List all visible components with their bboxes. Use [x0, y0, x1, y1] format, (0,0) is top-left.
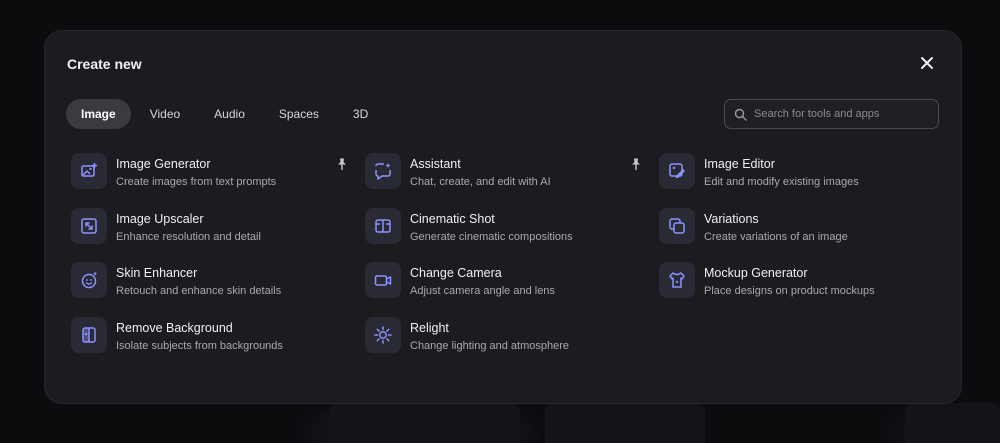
tool-icon-tile	[365, 316, 401, 353]
image-edit-icon	[669, 163, 685, 178]
tab-image[interactable]: Image	[66, 99, 131, 129]
tool-description: Place designs on product mockups	[704, 285, 875, 297]
tool-image-editor[interactable]: Image Editor Edit and modify existing ima…	[659, 153, 941, 208]
tool-name: Variations	[704, 211, 759, 226]
create-new-modal: Create new ImageVideoAudioSpaces3D Image…	[44, 30, 962, 404]
pin-icon	[632, 158, 640, 171]
tool-icon-tile	[659, 153, 695, 189]
tool-mockup-generator[interactable]: Mockup Generator Place designs on product…	[659, 262, 941, 317]
background-card	[545, 403, 705, 443]
tool-description: Edit and modify existing images	[704, 176, 859, 188]
camera-icon	[374, 275, 392, 286]
close-icon	[921, 57, 933, 69]
tool-icon-tile	[659, 207, 695, 244]
tool-icon-tile	[365, 153, 401, 189]
category-tabs: Image Video Audio Spaces 3D	[66, 99, 387, 129]
pin-button[interactable]	[629, 157, 643, 171]
modal-title: Create new	[67, 56, 142, 72]
tool-icon-tile	[365, 262, 401, 298]
search-icon	[734, 108, 747, 121]
tool-description: Chat, create, and edit with AI	[410, 176, 551, 188]
tool-description: Retouch and enhance skin details	[116, 285, 282, 297]
tool-skin-enhancer[interactable]: Skin Enhancer Retouch and enhance skin de…	[71, 262, 365, 317]
tool-name: Change Camera	[410, 266, 502, 280]
tool-image-generator[interactable]: Image Generator Create images from text p…	[71, 153, 365, 208]
tab-audio[interactable]: Audio	[199, 99, 260, 129]
tool-remove-background[interactable]: Remove Background Isolate subjects from b…	[71, 316, 365, 372]
tool-icon-tile	[71, 153, 107, 189]
tools-grid: Image Generator Create images from text p…	[71, 153, 941, 371]
tool-icon-tile	[365, 207, 401, 244]
tool-text: Cinematic Shot Generate cinematic composi…	[410, 208, 573, 244]
tool-description: Adjust camera angle and lens	[410, 285, 555, 297]
tool-name: Mockup Generator	[704, 266, 808, 280]
face-sparkle-icon	[81, 271, 98, 289]
pin-button[interactable]	[335, 157, 349, 171]
tool-name: Assistant	[410, 157, 461, 171]
tool-description: Create images from text prompts	[116, 176, 277, 188]
cutout-icon	[82, 326, 96, 343]
film-icon	[375, 218, 391, 233]
chat-sparkle-icon	[375, 163, 391, 180]
tool-text: Assistant Chat, create, and edit with AI	[410, 153, 551, 189]
tool-text: Mockup Generator Place designs on product…	[704, 262, 875, 298]
tool-name: Image Generator	[116, 157, 211, 171]
tool-text: Change Camera Adjust camera angle and len…	[410, 262, 555, 298]
tool-name: Image Editor	[704, 157, 775, 171]
tool-text: Image Editor Edit and modify existing ima…	[704, 153, 859, 189]
tool-description: Isolate subjects from backgrounds	[116, 339, 283, 352]
tool-icon-tile	[71, 207, 107, 244]
tool-description: Create variations of an image	[704, 230, 848, 243]
tool-text: Image Generator Create images from text p…	[116, 153, 276, 189]
sun-icon	[374, 325, 392, 344]
pin-icon	[338, 158, 346, 171]
tool-relight[interactable]: Relight Change lighting and atmosphere	[365, 316, 659, 372]
tool-description: Enhance resolution and detail	[116, 230, 261, 243]
close-button[interactable]	[919, 55, 935, 71]
image-plus-icon	[81, 162, 98, 177]
background-card	[330, 403, 520, 443]
tool-icon-tile	[659, 262, 695, 298]
copies-icon	[669, 217, 685, 234]
tool-text: Variations Create variations of an image	[704, 208, 848, 244]
tab-3d[interactable]: 3D	[338, 99, 383, 129]
tool-variations[interactable]: Variations Create variations of an image	[659, 207, 941, 263]
tool-text: Image Upscaler Enhance resolution and det…	[116, 208, 261, 244]
tool-cinematic-shot[interactable]: Cinematic Shot Generate cinematic composi…	[365, 207, 659, 263]
tab-spaces[interactable]: Spaces	[264, 99, 334, 129]
tool-name: Remove Background	[116, 320, 233, 335]
tool-assistant[interactable]: Assistant Chat, create, and edit with AI	[365, 153, 659, 208]
tool-image-upscaler[interactable]: Image Upscaler Enhance resolution and det…	[71, 207, 365, 263]
tool-name: Relight	[410, 320, 449, 335]
tool-icon-tile	[71, 262, 107, 298]
tool-text: Skin Enhancer Retouch and enhance skin de…	[116, 262, 281, 298]
tool-text: Remove Background Isolate subjects from b…	[116, 317, 283, 353]
background-card	[905, 403, 1000, 443]
tool-name: Image Upscaler	[116, 211, 204, 226]
upscale-icon	[81, 217, 97, 234]
tab-video[interactable]: Video	[135, 99, 195, 129]
tool-icon-tile	[71, 316, 107, 353]
tool-name: Skin Enhancer	[116, 266, 198, 280]
shirt-icon	[669, 272, 685, 288]
tool-description: Change lighting and atmosphere	[410, 339, 570, 352]
search-input[interactable]	[754, 108, 924, 120]
tool-description: Generate cinematic compositions	[410, 230, 573, 243]
tool-text: Relight Change lighting and atmosphere	[410, 317, 569, 353]
tool-name: Cinematic Shot	[410, 211, 495, 226]
tool-change-camera[interactable]: Change Camera Adjust camera angle and len…	[365, 262, 659, 317]
search-box[interactable]	[724, 99, 939, 129]
